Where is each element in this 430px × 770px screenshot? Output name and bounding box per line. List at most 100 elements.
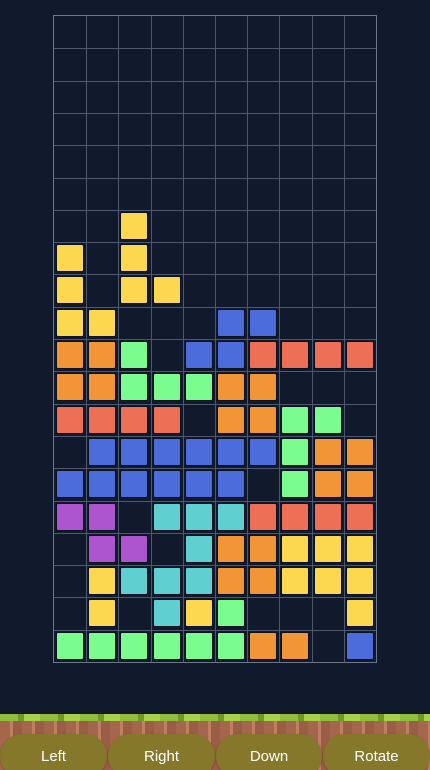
tetromino-block xyxy=(88,341,117,369)
tetromino-block xyxy=(281,534,310,563)
tetromino-block xyxy=(88,373,117,402)
tetromino-block xyxy=(120,341,149,369)
tetromino-block xyxy=(120,276,149,305)
down-button[interactable]: Down xyxy=(216,734,322,770)
grid-line xyxy=(54,48,376,50)
tetromino-block xyxy=(281,502,310,531)
tetromino-block xyxy=(152,405,181,434)
grid-line xyxy=(54,565,376,567)
tetromino-block xyxy=(217,470,245,499)
tetromino-block xyxy=(56,470,84,499)
tetromino-block xyxy=(184,341,213,369)
rotate-button[interactable]: Rotate xyxy=(323,734,430,770)
tetromino-block xyxy=(120,244,149,273)
tetromino-block xyxy=(249,534,278,563)
grid-line xyxy=(54,274,376,276)
grid-line xyxy=(54,306,376,308)
grid-line xyxy=(54,500,376,502)
tetromino-block xyxy=(345,341,374,369)
tetromino-block xyxy=(249,567,278,596)
tetromino-block xyxy=(184,470,213,499)
tetromino-block xyxy=(281,341,310,369)
tetromino-block xyxy=(120,373,149,402)
tetromino-block xyxy=(313,534,342,563)
tetromino-block xyxy=(217,341,245,369)
tetromino-block xyxy=(56,405,84,434)
tetromino-block xyxy=(313,437,342,466)
tetromino-block xyxy=(281,437,310,466)
tetromino-block xyxy=(217,308,245,337)
tetromino-block xyxy=(88,631,117,660)
tetromino-block xyxy=(120,567,149,596)
tetromino-block xyxy=(281,631,310,660)
tetromino-block xyxy=(152,276,181,305)
tetromino-block xyxy=(249,437,278,466)
grid-line xyxy=(54,435,376,437)
tetromino-block xyxy=(184,373,213,402)
tetromino-block xyxy=(152,567,181,596)
tetromino-block xyxy=(56,341,84,369)
tetromino-block xyxy=(88,437,117,466)
grid-line xyxy=(54,403,376,405)
grid-line xyxy=(54,371,376,373)
tetromino-block xyxy=(249,631,278,660)
tetromino-block xyxy=(120,405,149,434)
left-button[interactable]: Left xyxy=(0,734,107,770)
grid-line xyxy=(54,112,376,114)
right-button[interactable]: Right xyxy=(108,734,215,770)
tetromino-block xyxy=(56,276,84,305)
tetromino-block xyxy=(313,405,342,434)
grid-line xyxy=(54,597,376,599)
tetromino-block xyxy=(88,470,117,499)
grid-line xyxy=(54,209,376,211)
tetromino-block xyxy=(281,405,310,434)
tetromino-block xyxy=(249,373,278,402)
control-bar: Left Right Down Rotate xyxy=(0,714,430,770)
tetromino-block xyxy=(88,502,117,531)
tetromino-block xyxy=(120,437,149,466)
grid-line xyxy=(54,532,376,534)
tetromino-block xyxy=(249,341,278,369)
grid-line xyxy=(54,339,376,340)
tetromino-block xyxy=(313,502,342,531)
tetromino-block xyxy=(56,631,84,660)
tetromino-block xyxy=(88,599,117,628)
grid-line xyxy=(54,80,376,82)
tetromino-block xyxy=(184,631,213,660)
grid-line xyxy=(54,629,376,631)
tetromino-block xyxy=(184,534,213,563)
tetromino-block xyxy=(217,567,245,596)
tetromino-block xyxy=(217,534,245,563)
tetromino-block xyxy=(345,470,374,499)
tetromino-block xyxy=(217,599,245,628)
tetromino-block xyxy=(56,308,84,337)
tetromino-block xyxy=(152,373,181,402)
tetromino-block xyxy=(88,405,117,434)
tetromino-block xyxy=(345,437,374,466)
tetromino-block xyxy=(345,631,374,660)
tetromino-block xyxy=(152,470,181,499)
tetromino-block xyxy=(56,244,84,273)
tetromino-block xyxy=(88,567,117,596)
grid-line xyxy=(54,468,376,470)
tetromino-block xyxy=(249,405,278,434)
grid-line xyxy=(54,145,376,147)
grid-line xyxy=(54,242,376,244)
tetromino-block xyxy=(152,502,181,531)
tetromino-block xyxy=(345,567,374,596)
tetromino-block xyxy=(313,341,342,369)
tetromino-block xyxy=(184,502,213,531)
tetromino-block xyxy=(313,567,342,596)
tetromino-block xyxy=(152,599,181,628)
tetromino-block xyxy=(120,534,149,563)
tetromino-block xyxy=(184,567,213,596)
grid-line xyxy=(54,177,376,179)
tetromino-block xyxy=(345,502,374,531)
tetromino-block xyxy=(184,599,213,628)
tetromino-block xyxy=(88,308,117,337)
tetromino-block xyxy=(152,437,181,466)
tetromino-block xyxy=(217,405,245,434)
tetromino-block xyxy=(345,599,374,628)
tetromino-block xyxy=(56,373,84,402)
tetromino-block xyxy=(249,502,278,531)
